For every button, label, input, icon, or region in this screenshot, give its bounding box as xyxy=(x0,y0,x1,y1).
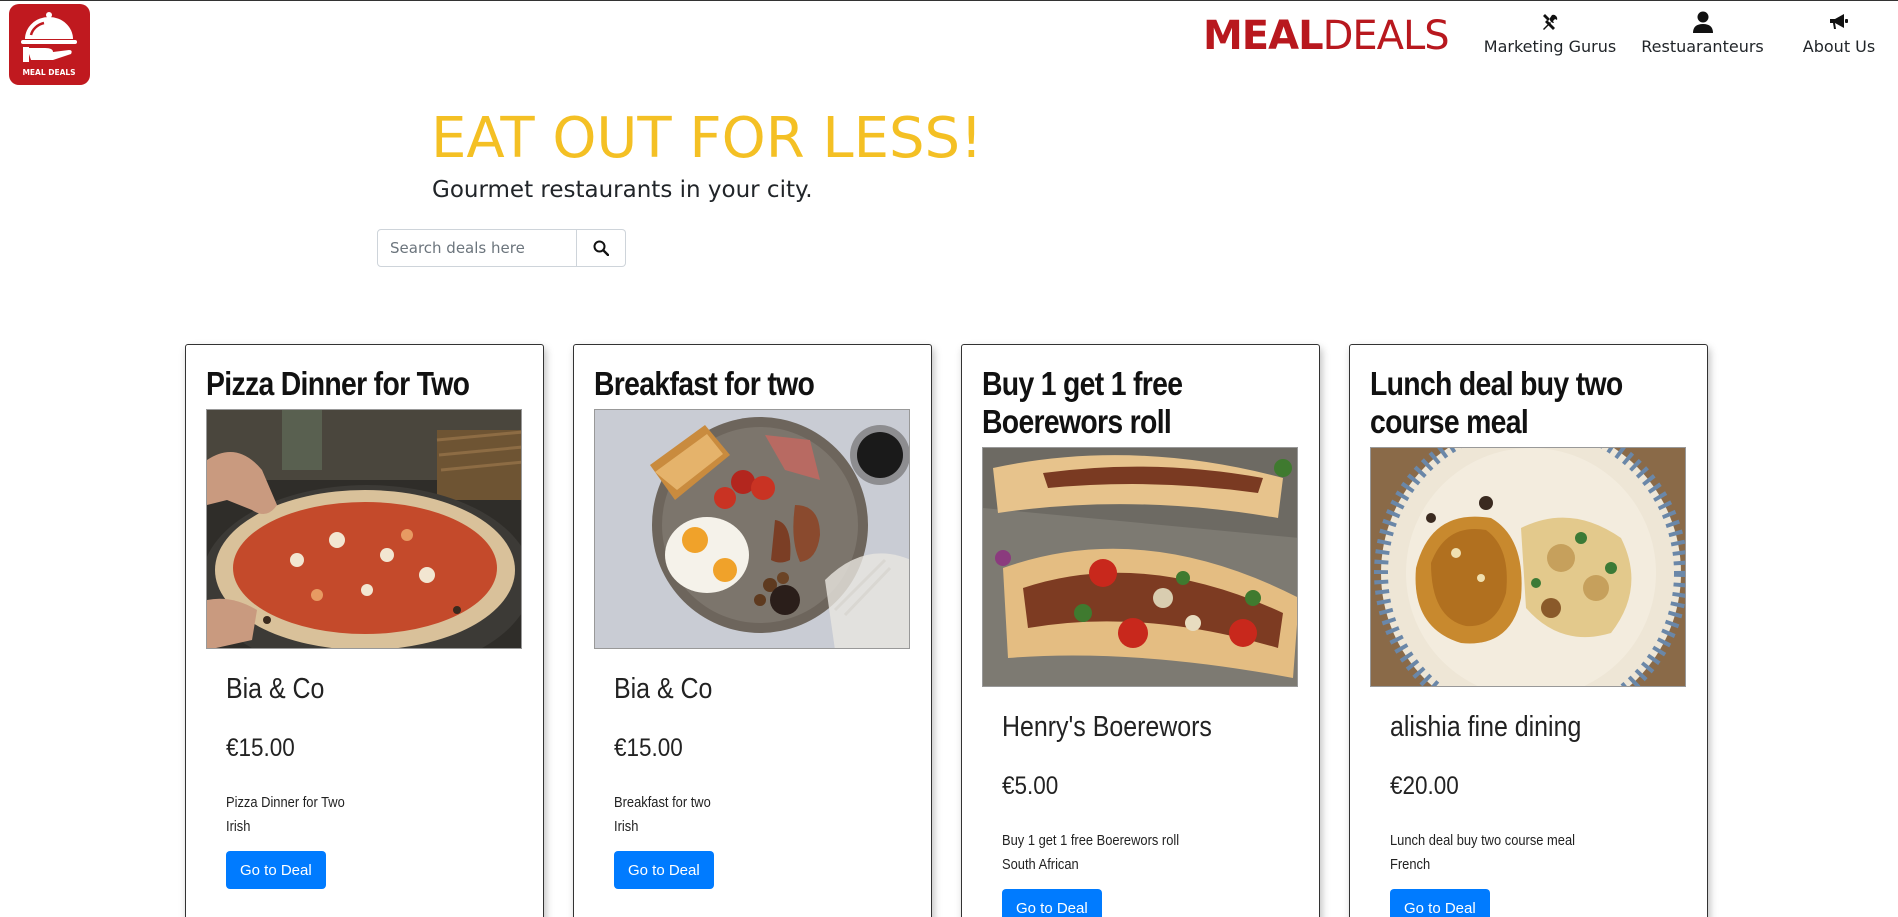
go-to-deal-button[interactable]: Go to Deal xyxy=(1002,889,1102,917)
deal-cuisine: French xyxy=(1390,856,1431,873)
go-to-deal-button[interactable]: Go to Deal xyxy=(614,851,714,889)
deal-restaurant: Bia & Co xyxy=(614,673,713,705)
deal-restaurant: Bia & Co xyxy=(226,673,325,705)
deal-image-pizza xyxy=(206,409,522,649)
nav-item-restaurateurs[interactable]: Restuaranteurs xyxy=(1625,9,1780,56)
nav-item-about-us[interactable]: About Us xyxy=(1780,9,1898,56)
megaphone-icon xyxy=(1829,9,1849,35)
search-bar xyxy=(377,229,626,267)
deal-description: Buy 1 get 1 free Boerewors roll xyxy=(1002,832,1180,849)
go-to-deal-button[interactable]: Go to Deal xyxy=(1390,889,1490,917)
deal-price: €15.00 xyxy=(614,734,683,762)
nav-item-marketing-gurus[interactable]: Marketing Gurus xyxy=(1475,9,1625,56)
deal-image-lunch xyxy=(1370,447,1686,687)
deal-cuisine: Irish xyxy=(614,818,639,835)
main-nav: Marketing Gurus Restuaranteurs About Us xyxy=(1475,9,1898,56)
deal-image-boerewors xyxy=(982,447,1298,687)
deal-description: Pizza Dinner for Two xyxy=(226,794,345,811)
user-icon xyxy=(1692,9,1713,35)
brand-part-bold: MEAL xyxy=(1203,13,1324,59)
deal-title: Buy 1 get 1 free Boerewors roll xyxy=(982,365,1183,440)
deal-title: Breakfast for two xyxy=(594,365,815,402)
deal-title: Pizza Dinner for Two xyxy=(206,365,470,402)
brand-title[interactable]: MEALDEALS xyxy=(1203,13,1450,59)
deal-title: Lunch deal buy two course meal xyxy=(1370,365,1623,440)
tools-icon xyxy=(1541,9,1559,35)
search-button[interactable] xyxy=(577,229,626,267)
deal-price: €20.00 xyxy=(1390,772,1459,800)
deal-price: €5.00 xyxy=(1002,772,1059,800)
hero-subtitle: Gourmet restaurants in your city. xyxy=(432,177,813,203)
hero-title: EAT OUT FOR LESS! xyxy=(431,106,983,171)
deal-card: Lunch deal buy two course meal alishia f… xyxy=(1349,344,1708,917)
nav-label: Restuaranteurs xyxy=(1641,37,1764,56)
nav-label: Marketing Gurus xyxy=(1483,37,1617,56)
search-icon xyxy=(593,240,609,256)
deal-restaurant: Henry's Boerewors xyxy=(1002,711,1212,743)
deal-card: Breakfast for two Bia & Co €15.00 Breakf… xyxy=(573,344,932,917)
brand-part-light: DEALS xyxy=(1322,13,1450,59)
svg-text:MEAL DEALS: MEAL DEALS xyxy=(22,68,75,77)
deal-cuisine: South African xyxy=(1002,856,1079,873)
deal-card: Buy 1 get 1 free Boerewors roll Henry's … xyxy=(961,344,1320,917)
deal-image-breakfast xyxy=(594,409,910,649)
cloche-icon: MEAL DEALS xyxy=(21,12,77,77)
deal-description: Lunch deal buy two course meal xyxy=(1390,832,1576,849)
go-to-deal-button[interactable]: Go to Deal xyxy=(226,851,326,889)
deal-cuisine: Irish xyxy=(226,818,251,835)
search-input[interactable] xyxy=(377,229,577,267)
deal-description: Breakfast for two xyxy=(614,794,711,811)
deal-card: Pizza Dinner for Two Bia & Co €15.00 Piz… xyxy=(185,344,544,917)
nav-label: About Us xyxy=(1802,37,1876,56)
deal-restaurant: alishia fine dining xyxy=(1390,711,1582,743)
logo[interactable]: MEAL DEALS xyxy=(9,4,90,85)
deal-price: €15.00 xyxy=(226,734,295,762)
